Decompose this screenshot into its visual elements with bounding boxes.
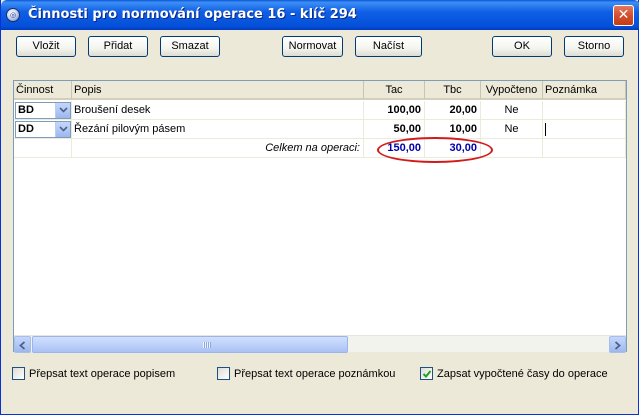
checkbox-box[interactable] bbox=[12, 367, 25, 380]
chevron-left-icon bbox=[19, 341, 26, 350]
scroll-right-button[interactable] bbox=[609, 336, 626, 353]
cinnost-combo[interactable]: BD bbox=[15, 102, 71, 119]
rewrite-desc-label[interactable]: Přepsat text operace popisem bbox=[29, 367, 175, 381]
column-header-tac[interactable]: Tac bbox=[364, 81, 425, 99]
cinnost-value: BD bbox=[18, 104, 34, 116]
tbc-cell[interactable]: 10,00 bbox=[425, 120, 481, 139]
popis-cell[interactable]: Broušení desek bbox=[72, 101, 364, 120]
write-times-checkbox[interactable]: Zapsat vypočtené časy do operace bbox=[420, 367, 620, 382]
rewrite-note-checkbox[interactable]: Přepsat text operace poznámkou bbox=[217, 367, 407, 382]
insert-button[interactable]: Vložit bbox=[16, 36, 76, 57]
table-row[interactable]: BD Broušení desek 100,00 20,00 Ne bbox=[14, 101, 626, 120]
grid-header: Činnost Popis Tac Tbc Vypočteno Poznámka bbox=[14, 81, 626, 100]
title-bar[interactable]: ◎ Činnosti pro normování operace 16 - kl… bbox=[1, 0, 639, 30]
tac-cell[interactable]: 50,00 bbox=[364, 120, 425, 139]
column-header-popis[interactable]: Popis bbox=[72, 81, 364, 99]
write-times-label[interactable]: Zapsat vypočtené časy do operace bbox=[437, 367, 608, 381]
popis-cell[interactable]: Řezání pilovým pásem bbox=[72, 120, 364, 139]
tbc-cell[interactable]: 20,00 bbox=[425, 101, 481, 120]
window-title: Činnosti pro normování operace 16 - klíč… bbox=[28, 7, 357, 22]
poznamka-cell[interactable] bbox=[543, 101, 626, 120]
vypocteno-cell[interactable]: Ne bbox=[481, 120, 543, 139]
close-button[interactable]: ✕ bbox=[613, 5, 634, 26]
rewrite-desc-checkbox[interactable]: Přepsat text operace popisem bbox=[12, 367, 197, 382]
checkbox-box[interactable] bbox=[217, 367, 230, 380]
chevron-down-icon[interactable] bbox=[55, 122, 70, 137]
checkmark-icon bbox=[422, 370, 432, 378]
normalize-button[interactable]: Normovat bbox=[282, 36, 343, 57]
load-button[interactable]: Načíst bbox=[355, 36, 422, 57]
total-tbc: 30,00 bbox=[425, 139, 481, 158]
activities-grid[interactable]: Činnost Popis Tac Tbc Vypočteno Poznámka… bbox=[13, 80, 627, 353]
total-vypocteno-cell bbox=[481, 139, 543, 158]
grip-icon bbox=[203, 342, 211, 348]
cinnost-value: DD bbox=[18, 123, 34, 135]
total-empty-cell bbox=[14, 139, 72, 158]
horizontal-scrollbar[interactable] bbox=[14, 335, 626, 353]
app-icon: ◎ bbox=[6, 8, 20, 22]
chevron-right-icon bbox=[614, 341, 621, 350]
cinnost-cell[interactable]: BD bbox=[14, 101, 72, 120]
table-row[interactable]: DD Řezání pilovým pásem 50,00 10,00 Ne bbox=[14, 120, 626, 139]
scroll-thumb[interactable] bbox=[32, 336, 348, 353]
dialog-window: ◎ Činnosti pro normování operace 16 - kl… bbox=[0, 0, 639, 415]
poznamka-cell[interactable] bbox=[543, 120, 626, 139]
column-header-tbc[interactable]: Tbc bbox=[425, 81, 481, 99]
total-row: Celkem na operaci: 150,00 30,00 bbox=[14, 139, 626, 158]
cancel-button[interactable]: Storno bbox=[564, 36, 624, 57]
column-header-cinnost[interactable]: Činnost bbox=[14, 81, 72, 99]
scroll-left-button[interactable] bbox=[14, 336, 31, 353]
ok-button[interactable]: OK bbox=[492, 36, 552, 57]
total-label: Celkem na operaci: bbox=[265, 142, 360, 154]
tac-cell[interactable]: 100,00 bbox=[364, 101, 425, 120]
total-label-cell: Celkem na operaci: bbox=[72, 139, 364, 158]
rewrite-note-label[interactable]: Přepsat text operace poznámkou bbox=[234, 367, 395, 381]
column-header-vypocteno[interactable]: Vypočteno bbox=[481, 81, 543, 99]
text-cursor bbox=[545, 123, 546, 136]
vypocteno-cell[interactable]: Ne bbox=[481, 101, 543, 120]
checkbox-box[interactable] bbox=[420, 367, 433, 380]
cinnost-cell[interactable]: DD bbox=[14, 120, 72, 139]
delete-button[interactable]: Smazat bbox=[160, 36, 220, 57]
cinnost-combo[interactable]: DD bbox=[15, 121, 71, 138]
column-header-poznamka[interactable]: Poznámka bbox=[543, 81, 626, 99]
total-poznamka-cell bbox=[543, 139, 626, 158]
add-button[interactable]: Přidat bbox=[88, 36, 148, 57]
chevron-down-icon[interactable] bbox=[55, 103, 70, 118]
total-tac: 150,00 bbox=[364, 139, 425, 158]
